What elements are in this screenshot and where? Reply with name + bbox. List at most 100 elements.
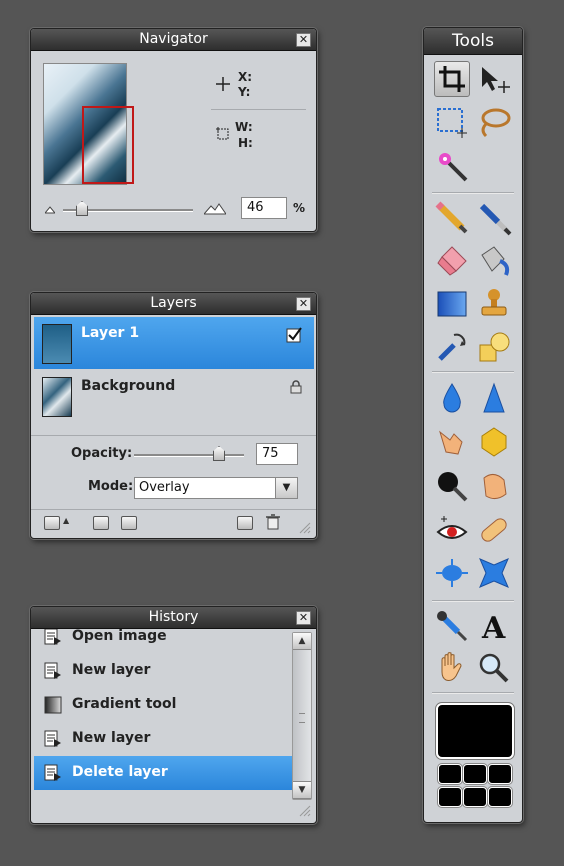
zoom-in-mountain-icon	[204, 203, 226, 215]
color-swatch-2[interactable]	[463, 764, 487, 784]
tools-separator	[432, 371, 514, 373]
y-label: Y:	[238, 85, 251, 99]
navigator-thumbnail[interactable]	[43, 63, 134, 185]
layers-footer: ▲	[31, 509, 316, 538]
layers-title: Layers	[150, 295, 197, 311]
chevron-up-icon[interactable]: ▲	[63, 516, 69, 525]
scroll-down-icon[interactable]: ▼	[293, 781, 311, 799]
document-icon	[44, 730, 61, 747]
zoom-tool-icon[interactable]	[476, 650, 512, 686]
layers-panel: Layers ✕ Layer 1 Background Opacity: 75 …	[30, 292, 317, 539]
viewport-rectangle[interactable]	[82, 106, 134, 184]
magic-wand-tool-icon[interactable]	[434, 148, 470, 184]
spot-heal-tool-icon[interactable]	[476, 512, 512, 548]
navigator-panel: Navigator ✕ X: Y: W: H: 46 %	[30, 28, 317, 232]
scroll-grip-icon[interactable]	[299, 713, 305, 723]
marquee-tool-icon[interactable]	[434, 104, 470, 140]
zoom-input[interactable]: 46	[241, 197, 287, 219]
opacity-slider-track[interactable]	[134, 454, 244, 457]
layers-titlebar[interactable]: Layers ✕	[31, 293, 316, 315]
layer-mask-icon[interactable]	[93, 516, 109, 530]
visibility-checkbox-icon[interactable]	[286, 327, 302, 343]
smudge-tool-icon[interactable]	[434, 424, 470, 460]
layer-style-icon[interactable]	[121, 516, 137, 530]
gradient-icon	[44, 696, 62, 714]
tools-panel: Tools A	[423, 27, 523, 823]
nav-divider	[211, 109, 306, 110]
scroll-up-icon[interactable]: ▲	[293, 633, 311, 650]
hand-tool-icon[interactable]	[434, 650, 470, 686]
gradient-tool-icon[interactable]	[434, 286, 470, 322]
color-swatch-3[interactable]	[488, 764, 512, 784]
history-item[interactable]: Gradient tool	[34, 688, 292, 722]
red-eye-tool-icon[interactable]	[434, 512, 470, 548]
chevron-down-icon[interactable]: ▼	[275, 478, 297, 498]
resize-grip-icon[interactable]	[299, 522, 311, 534]
resize-grip-icon[interactable]	[299, 805, 311, 817]
blur-tool-icon[interactable]	[434, 380, 470, 416]
navigator-title: Navigator	[139, 31, 208, 47]
history-item[interactable]: New layer	[34, 654, 292, 688]
crosshair-icon	[216, 77, 230, 91]
layer-thumbnail	[42, 377, 72, 417]
zoom-slider-thumb[interactable]	[76, 201, 88, 216]
trash-icon[interactable]	[265, 514, 281, 530]
layer-row-background[interactable]: Background	[34, 370, 314, 422]
zoom-out-mountain-icon	[45, 206, 55, 214]
pinch-tool-icon[interactable]	[476, 555, 512, 591]
opacity-input[interactable]: 75	[256, 443, 298, 465]
eraser-tool-icon[interactable]	[434, 243, 470, 279]
color-picker-tool-icon[interactable]	[434, 608, 470, 644]
sharpen-tool-icon[interactable]	[476, 380, 512, 416]
foreground-color-swatch[interactable]	[436, 703, 514, 759]
layers-close-icon[interactable]: ✕	[296, 297, 311, 311]
opacity-label: Opacity:	[71, 446, 133, 461]
opacity-slider-thumb[interactable]	[213, 446, 225, 461]
history-title: History	[148, 609, 199, 625]
color-swatch-6[interactable]	[488, 787, 512, 807]
move-tool-icon[interactable]	[476, 61, 512, 97]
blend-mode-select[interactable]: Overlay ▼	[134, 477, 298, 499]
layer-row-layer1[interactable]: Layer 1	[34, 317, 314, 369]
type-tool-icon[interactable]: A	[476, 608, 512, 646]
burn-tool-icon[interactable]	[434, 468, 470, 504]
clone-stamp-tool-icon[interactable]	[476, 286, 512, 322]
document-icon	[44, 629, 61, 645]
tools-separator	[432, 692, 514, 694]
history-item-label: New layer	[72, 730, 151, 746]
mode-label: Mode:	[88, 479, 134, 494]
size-icon	[216, 127, 229, 140]
color-swatch-5[interactable]	[463, 787, 487, 807]
new-layer-icon[interactable]	[237, 516, 253, 530]
history-item-label: New layer	[72, 662, 151, 678]
history-item[interactable]: New layer	[34, 722, 292, 756]
brush-tool-icon[interactable]	[476, 200, 512, 236]
tools-title: Tools	[452, 31, 494, 51]
pencil-tool-icon[interactable]	[434, 200, 470, 236]
history-titlebar[interactable]: History ✕	[31, 607, 316, 629]
tools-separator	[432, 600, 514, 602]
history-item-selected[interactable]: Delete layer	[34, 756, 292, 790]
sponge-tool-icon[interactable]	[476, 424, 512, 460]
dodge-tool-icon[interactable]	[476, 468, 512, 504]
lasso-tool-icon[interactable]	[476, 104, 512, 140]
navigator-titlebar[interactable]: Navigator ✕	[31, 29, 316, 51]
history-scrollbar[interactable]: ▲ ▼	[292, 632, 312, 800]
paint-bucket-tool-icon[interactable]	[476, 243, 512, 279]
history-close-icon[interactable]: ✕	[296, 611, 311, 625]
color-replace-tool-icon[interactable]	[434, 329, 470, 365]
history-item[interactable]: Open image	[34, 629, 292, 654]
blend-mode-value: Overlay	[139, 480, 190, 495]
bloat-tool-icon[interactable]	[434, 555, 470, 591]
tools-titlebar[interactable]: Tools	[424, 28, 522, 55]
color-swatch-1[interactable]	[438, 764, 462, 784]
layer-settings-icon[interactable]	[44, 516, 60, 530]
zoom-unit: %	[293, 201, 306, 215]
history-panel: History ✕ Open image New layer Gradient …	[30, 606, 317, 824]
crop-tool-icon[interactable]	[434, 61, 470, 97]
navigator-close-icon[interactable]: ✕	[296, 33, 311, 47]
layer-name: Layer 1	[81, 325, 140, 341]
shape-tool-icon[interactable]	[476, 329, 512, 365]
color-swatch-4[interactable]	[438, 787, 462, 807]
layer-thumbnail	[42, 324, 72, 364]
